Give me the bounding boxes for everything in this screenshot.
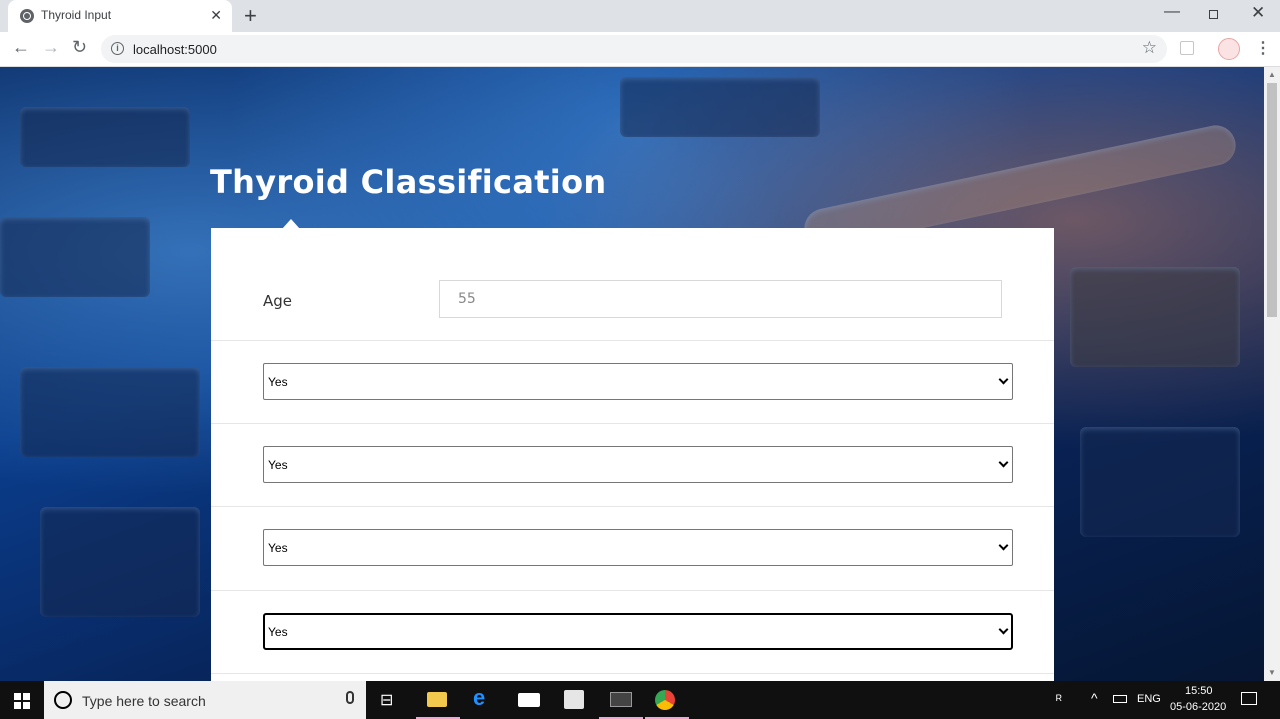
address-bar[interactable]: i localhost:5000 ☆ bbox=[101, 35, 1167, 63]
chevron-up-icon[interactable]: ^ bbox=[1091, 690, 1098, 706]
new-tab-button[interactable]: + bbox=[244, 3, 257, 29]
chevron-down-icon bbox=[998, 540, 1009, 551]
scroll-up-arrow-icon[interactable]: ▲ bbox=[1268, 70, 1276, 79]
edge-browser-icon[interactable]: e bbox=[473, 685, 495, 710]
people-icon[interactable]: ᴿ bbox=[1056, 692, 1062, 707]
chrome-icon[interactable] bbox=[655, 690, 675, 710]
page-title: Thyroid Classification bbox=[210, 163, 607, 201]
browser-tab-bar: Thyroid Input ✕ + — ✕ bbox=[0, 0, 1280, 32]
globe-icon bbox=[20, 9, 34, 23]
windows-start-icon[interactable] bbox=[14, 693, 30, 709]
background-key-shape bbox=[20, 367, 200, 457]
profile-avatar[interactable] bbox=[1218, 38, 1240, 60]
window-close-button[interactable]: ✕ bbox=[1251, 3, 1265, 23]
reload-icon[interactable]: ↻ bbox=[72, 37, 87, 58]
form-row-select-2: Yes bbox=[211, 424, 1054, 507]
scroll-down-arrow-icon[interactable]: ▼ bbox=[1268, 668, 1276, 677]
browser-tab[interactable]: Thyroid Input ✕ bbox=[8, 0, 232, 32]
chevron-down-icon bbox=[998, 374, 1009, 385]
select-4[interactable]: Yes bbox=[263, 613, 1013, 650]
select-3[interactable]: Yes bbox=[263, 529, 1013, 566]
window-minimize-button[interactable]: — bbox=[1164, 3, 1180, 21]
form-row-select-1: Yes bbox=[211, 341, 1054, 424]
select-value: Yes bbox=[268, 541, 288, 555]
form-row-select-4: Yes bbox=[211, 591, 1054, 674]
windows-taskbar: Type here to search ⊟ e ᴿ ^ ENG 15:50 05… bbox=[0, 681, 1280, 719]
menu-dots-icon[interactable]: ⋮ bbox=[1255, 38, 1271, 58]
scroll-thumb[interactable] bbox=[1267, 83, 1277, 317]
background-key-shape bbox=[1070, 267, 1240, 367]
select-value: Yes bbox=[268, 625, 288, 639]
microphone-icon[interactable] bbox=[346, 691, 354, 704]
background-key-shape bbox=[1080, 427, 1240, 537]
age-input[interactable]: 55 bbox=[439, 280, 1002, 318]
select-value: Yes bbox=[268, 375, 288, 389]
notification-icon[interactable] bbox=[1241, 692, 1257, 705]
back-arrow-icon[interactable]: ← bbox=[12, 37, 30, 58]
background-key-shape bbox=[40, 507, 200, 617]
tab-title: Thyroid Input bbox=[41, 8, 112, 22]
taskbar-search-placeholder: Type here to search bbox=[82, 693, 206, 709]
forward-arrow-icon[interactable]: → bbox=[42, 37, 60, 58]
terminal-icon[interactable] bbox=[610, 692, 632, 707]
bookmark-star-icon[interactable]: ☆ bbox=[1142, 38, 1157, 58]
background-key-shape bbox=[20, 107, 190, 167]
background-key-shape bbox=[620, 77, 820, 137]
form-row-select-3: Yes bbox=[211, 507, 1054, 591]
page-background: Thyroid Classification Age 55 Yes Yes Ye… bbox=[0, 67, 1264, 681]
cortana-icon bbox=[54, 691, 72, 709]
store-icon[interactable] bbox=[564, 690, 584, 709]
form-card: Age 55 Yes Yes Yes Yes bbox=[211, 228, 1054, 681]
language-indicator[interactable]: ENG bbox=[1137, 693, 1161, 705]
extension-icon[interactable] bbox=[1180, 41, 1194, 55]
file-explorer-icon[interactable] bbox=[427, 692, 447, 707]
address-url[interactable]: localhost:5000 bbox=[133, 42, 217, 57]
clock-date[interactable]: 05-06-2020 bbox=[1170, 701, 1226, 713]
select-value: Yes bbox=[268, 458, 288, 472]
chevron-down-icon bbox=[998, 624, 1009, 635]
age-label: Age bbox=[263, 292, 293, 310]
info-icon[interactable]: i bbox=[111, 42, 124, 55]
select-1[interactable]: Yes bbox=[263, 363, 1013, 400]
window-maximize-button[interactable] bbox=[1209, 10, 1218, 19]
browser-toolbar: ← → ↻ i localhost:5000 ☆ ⋮ bbox=[0, 32, 1280, 67]
clock-time[interactable]: 15:50 bbox=[1185, 685, 1213, 697]
taskbar-search-box[interactable]: Type here to search bbox=[44, 681, 366, 719]
tab-close-icon[interactable]: ✕ bbox=[210, 7, 222, 24]
battery-icon[interactable] bbox=[1113, 695, 1127, 703]
mail-icon[interactable] bbox=[518, 693, 540, 707]
select-2[interactable]: Yes bbox=[263, 446, 1013, 483]
chevron-down-icon bbox=[998, 457, 1009, 468]
form-row-age: Age 55 bbox=[211, 228, 1054, 341]
page-scrollbar[interactable]: ▲ ▼ bbox=[1264, 67, 1280, 681]
task-view-icon[interactable]: ⊟ bbox=[380, 690, 402, 712]
background-key-shape bbox=[0, 217, 150, 297]
